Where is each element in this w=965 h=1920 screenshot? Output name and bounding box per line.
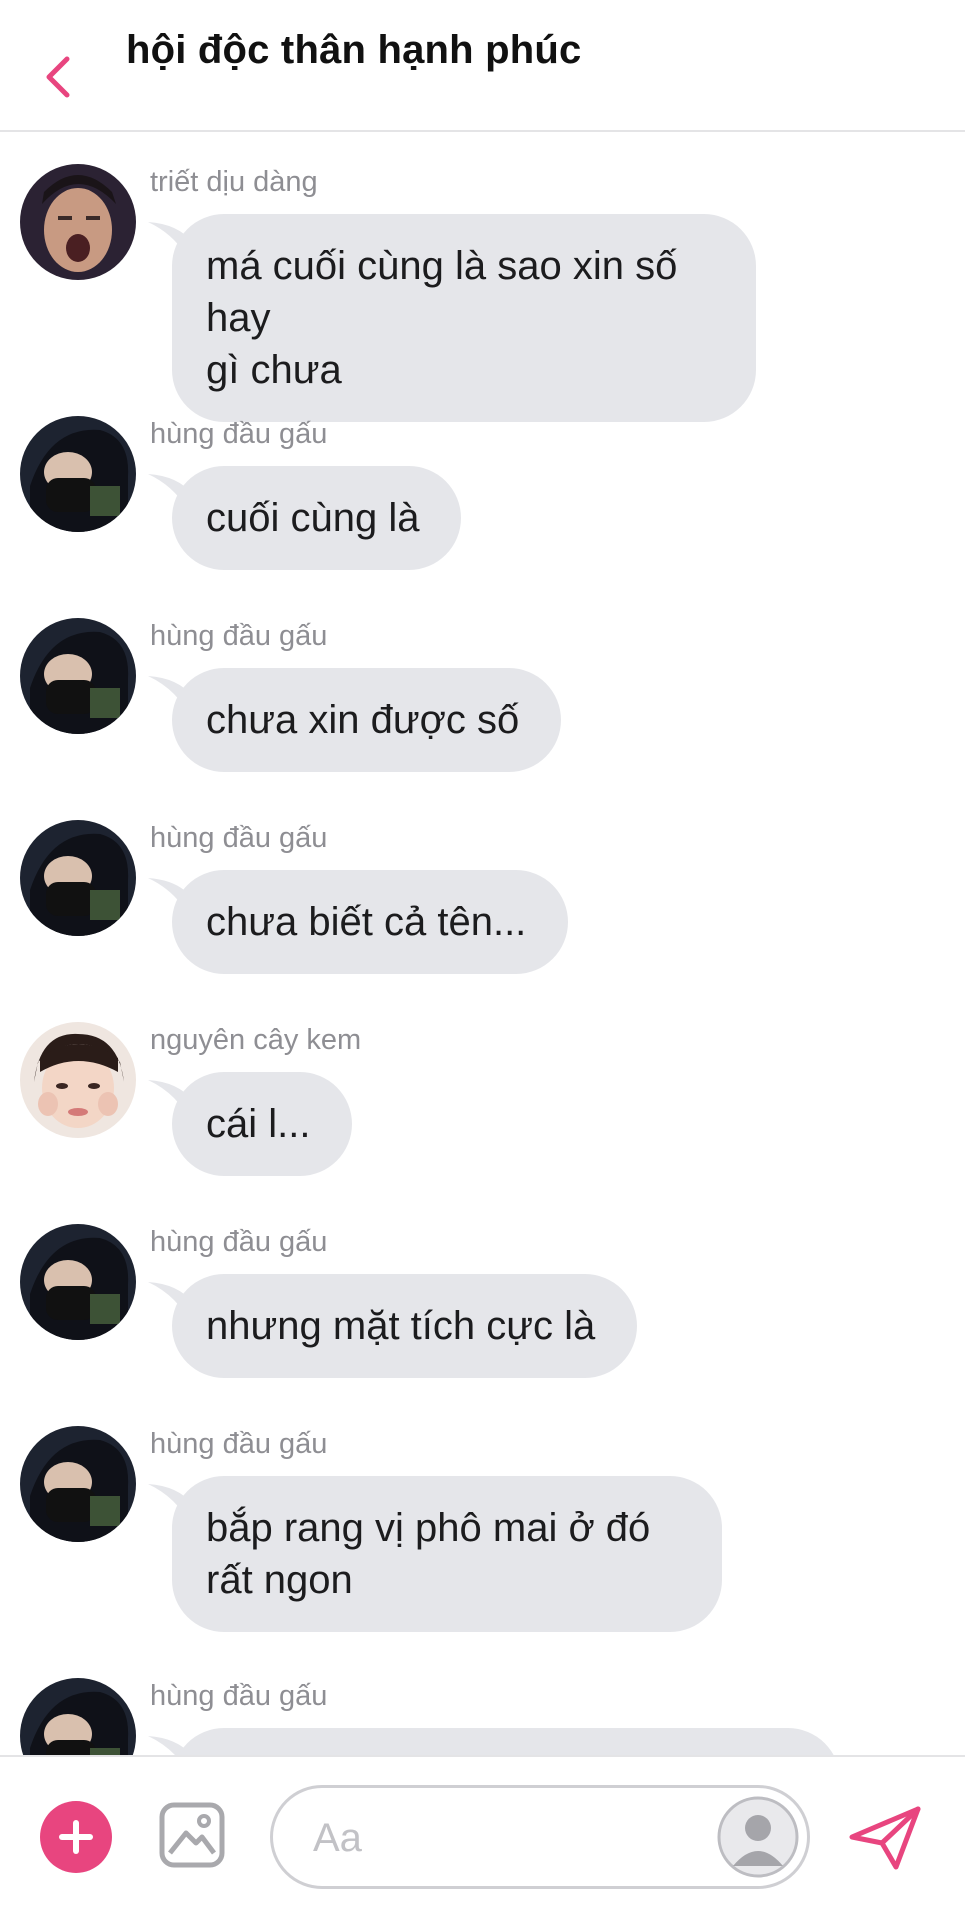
sender-name: hùng đầu gấu (150, 1226, 328, 1258)
message-composer: Aa (0, 1755, 965, 1920)
message-list[interactable]: triết dịu dàng má cuối cùng là sao xin s… (0, 132, 965, 1755)
sender-name: nguyên cây kem (150, 1024, 362, 1056)
message-text-line: cái l... (206, 1102, 311, 1146)
image-icon (159, 1802, 225, 1868)
avatar[interactable] (20, 1426, 136, 1542)
avatar[interactable] (20, 618, 136, 734)
message-text-line: má cuối cùng là sao xin số hay (206, 244, 678, 340)
message-bubble[interactable]: cái l... (148, 1072, 353, 1176)
message-text-line: chưa biết cả tên... (206, 900, 527, 944)
send-icon (849, 1806, 921, 1870)
sender-name: hùng đầu gấu (150, 1428, 328, 1460)
avatar[interactable] (20, 820, 136, 936)
sender-name: triết dịu dàng (150, 166, 318, 198)
profile-placeholder-icon[interactable] (717, 1796, 799, 1878)
avatar[interactable] (20, 1224, 136, 1340)
sender-name: hùng đầu gấu (150, 1680, 328, 1712)
message-bubble[interactable]: bắp rang vị phô mai ở đó rất ngon (148, 1476, 722, 1632)
input-placeholder: Aa (313, 1816, 362, 1860)
message-text-line: cuối cùng là (206, 496, 420, 540)
add-button[interactable] (40, 1801, 112, 1873)
message-text-line: nhưng mặt tích cực là (206, 1304, 596, 1348)
message-text-line: chưa xin được số (206, 698, 520, 742)
message-bubble[interactable]: chưa xin được số (148, 668, 562, 772)
avatar[interactable] (20, 1022, 136, 1138)
message-bubble[interactable]: má cuối cùng là sao xin số hay gì chưa (148, 214, 756, 422)
back-button[interactable] (30, 44, 86, 110)
avatar[interactable] (20, 1678, 136, 1755)
chevron-left-icon (46, 56, 70, 98)
avatar[interactable] (20, 416, 136, 532)
sender-name: hùng đầu gấu (150, 620, 328, 652)
message-bubble[interactable] (148, 1728, 840, 1755)
sender-name: hùng đầu gấu (150, 418, 328, 450)
message-bubble[interactable]: cuối cùng là (148, 466, 462, 570)
message-text-line: gì chưa (206, 348, 342, 392)
avatar[interactable] (20, 164, 136, 280)
message-text-line: bắp rang vị phô mai ở đó (206, 1506, 651, 1550)
chat-header: hội độc thân hạnh phúc (0, 0, 965, 132)
message-input[interactable]: Aa (270, 1785, 810, 1889)
message-bubble[interactable]: nhưng mặt tích cực là (148, 1274, 638, 1378)
plus-icon (59, 1820, 93, 1854)
send-button[interactable] (848, 1803, 922, 1873)
chat-title: hội độc thân hạnh phúc (126, 28, 582, 72)
message-text-line: rất ngon (206, 1558, 353, 1602)
image-button[interactable] (158, 1801, 226, 1869)
message-bubble[interactable]: chưa biết cả tên... (148, 870, 569, 974)
sender-name: hùng đầu gấu (150, 822, 328, 854)
